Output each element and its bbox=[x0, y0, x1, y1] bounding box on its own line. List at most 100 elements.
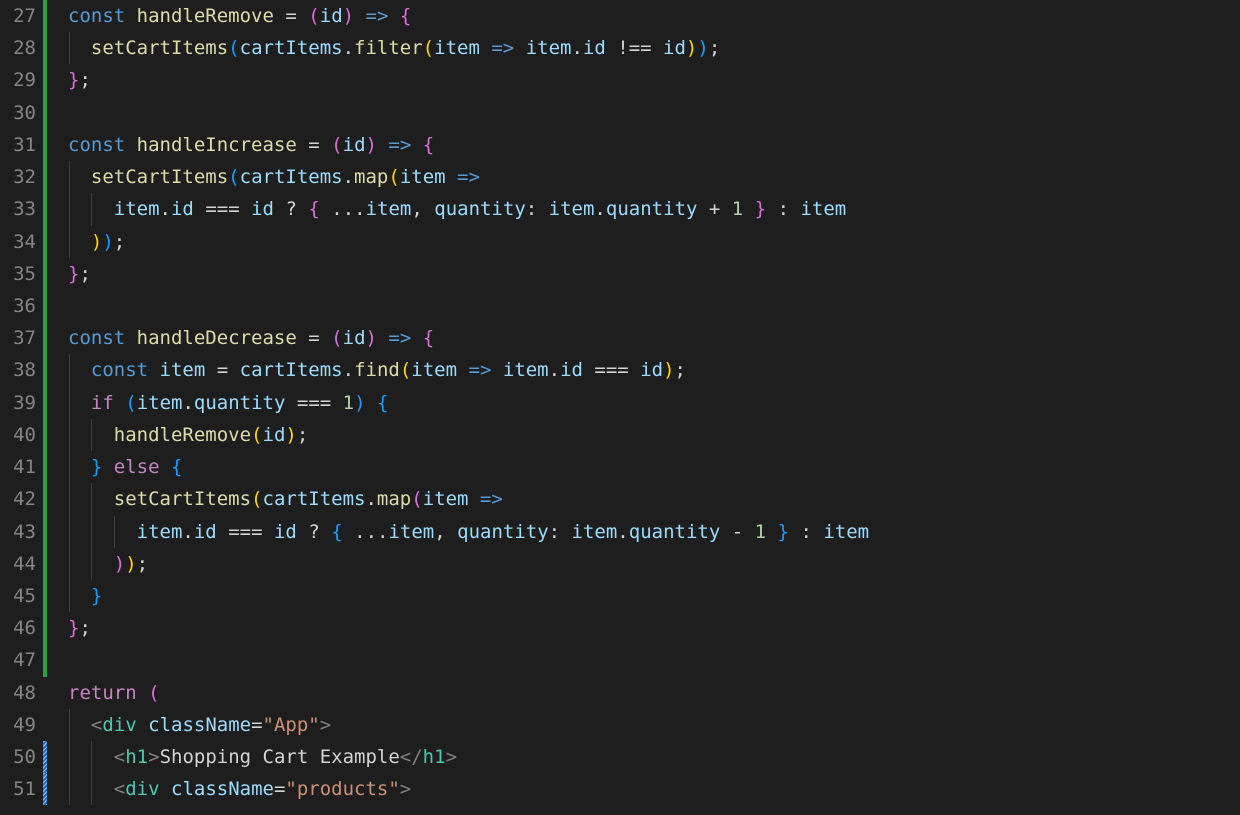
code-text[interactable]: } else { bbox=[68, 451, 183, 483]
git-change-indicator bbox=[43, 483, 47, 516]
line-number: 45 bbox=[13, 584, 36, 607]
code-token: const bbox=[68, 327, 126, 350]
code-line[interactable]: 47 bbox=[0, 644, 1240, 677]
code-line[interactable]: 31 const handleIncrease = (id) => { bbox=[0, 128, 1240, 162]
code-text[interactable]: setCartItems(cartItems.filter(item => it… bbox=[68, 32, 720, 64]
code-text[interactable]: item.id === id ? { ...item, quantity: it… bbox=[68, 516, 869, 548]
code-line[interactable]: 46}; bbox=[0, 612, 1240, 645]
code-line[interactable]: 32 setCartItems(cartItems.map(item => bbox=[0, 161, 1240, 194]
code-text[interactable]: const handleDecrease = (id) => { bbox=[68, 322, 434, 354]
code-line[interactable]: 44 )); bbox=[0, 547, 1240, 580]
code-token: ( bbox=[399, 359, 412, 382]
code-line[interactable]: 30 bbox=[0, 96, 1240, 129]
code-line[interactable]: 41 } else { bbox=[0, 451, 1240, 484]
code-token: item bbox=[434, 37, 480, 60]
code-token: ( bbox=[411, 488, 423, 511]
code-token: item bbox=[136, 520, 183, 543]
code-line[interactable]: 33 item.id === id ? { ...item, quantity:… bbox=[0, 193, 1240, 226]
code-text[interactable]: }; bbox=[68, 612, 91, 644]
code-token: div bbox=[102, 713, 137, 736]
code-text[interactable]: } bbox=[68, 580, 102, 612]
code-line[interactable]: 40 handleRemove(id); bbox=[0, 418, 1240, 452]
code-token: item bbox=[548, 198, 595, 221]
code-token: item bbox=[502, 359, 549, 382]
code-line[interactable]: 28 setCartItems(cartItems.filter(item =>… bbox=[0, 32, 1240, 65]
code-token: item bbox=[422, 488, 469, 511]
code-token: return bbox=[68, 681, 137, 704]
code-token: ) bbox=[113, 552, 126, 575]
code-line[interactable]: 39 if (item.quantity === 1) { bbox=[0, 386, 1240, 419]
code-token: . bbox=[342, 359, 355, 382]
code-token: ( bbox=[228, 166, 240, 189]
code-text[interactable]: }; bbox=[68, 64, 91, 96]
code-text[interactable]: const handleRemove = (id) => { bbox=[68, 0, 411, 32]
git-change-indicator bbox=[43, 322, 47, 355]
code-token: = bbox=[273, 778, 286, 801]
code-text[interactable]: )); bbox=[68, 548, 148, 580]
code-text[interactable]: setCartItems(cartItems.map(item => bbox=[68, 161, 480, 193]
code-token: > bbox=[445, 746, 458, 769]
code-token: quantity bbox=[605, 198, 698, 221]
code-line[interactable]: 50 <h1>Shopping Cart Example</h1> bbox=[0, 741, 1240, 774]
code-line[interactable]: 34 )); bbox=[0, 225, 1240, 258]
code-text[interactable]: setCartItems(cartItems.map(item => bbox=[68, 483, 503, 515]
code-token: => bbox=[468, 359, 492, 382]
code-line[interactable]: 37 const handleDecrease = (id) => { bbox=[0, 322, 1240, 355]
code-token: === bbox=[228, 520, 263, 543]
code-text[interactable]: )); bbox=[68, 226, 125, 258]
code-token: cartItems bbox=[239, 166, 343, 189]
code-token: } bbox=[68, 69, 80, 92]
code-line[interactable]: 36 bbox=[0, 289, 1240, 323]
code-token: = bbox=[308, 133, 320, 156]
code-line[interactable]: 51 <div className="products"> bbox=[0, 773, 1240, 806]
code-text[interactable]: if (item.quantity === 1) { bbox=[68, 387, 389, 419]
code-line[interactable]: 43 item.id === id ? { ...item, quantity:… bbox=[0, 515, 1240, 548]
code-token: , bbox=[411, 198, 435, 221]
code-token: 1 bbox=[754, 520, 767, 543]
code-line[interactable]: 29}; bbox=[0, 64, 1240, 97]
code-line[interactable]: 42 setCartItems(cartItems.map(item => bbox=[0, 483, 1240, 516]
code-token: ) bbox=[365, 327, 377, 350]
code-text[interactable]: handleRemove(id); bbox=[68, 419, 309, 451]
code-line[interactable]: 45 } bbox=[0, 579, 1240, 613]
code-token: ... bbox=[331, 198, 366, 221]
code-text[interactable]: const handleIncrease = (id) => { bbox=[68, 129, 434, 161]
code-text[interactable]: }; bbox=[68, 258, 91, 290]
code-token: . bbox=[365, 488, 377, 511]
code-token: + bbox=[708, 198, 721, 221]
code-token: . bbox=[182, 391, 194, 414]
code-text[interactable]: <div className="App"> bbox=[68, 709, 331, 741]
code-text[interactable]: return ( bbox=[68, 677, 160, 709]
code-token: h1 bbox=[422, 746, 446, 769]
code-token: className bbox=[171, 778, 274, 801]
code-line[interactable]: 35}; bbox=[0, 257, 1240, 290]
code-line[interactable]: 38 const item = cartItems.find(item => i… bbox=[0, 354, 1240, 387]
code-editor[interactable]: 27 const handleRemove = (id) => {28 setCa… bbox=[0, 0, 1240, 815]
code-text[interactable]: <div className="products"> bbox=[68, 773, 411, 805]
line-number: 29 bbox=[13, 69, 36, 92]
code-text[interactable]: const item = cartItems.find(item => item… bbox=[68, 354, 686, 386]
code-text[interactable]: <h1>Shopping Cart Example</h1> bbox=[68, 741, 457, 773]
code-text[interactable]: item.id === id ? { ...item, quantity: it… bbox=[68, 193, 846, 225]
line-number: 47 bbox=[13, 649, 36, 672]
code-line[interactable]: 49 <div className="App"> bbox=[0, 708, 1240, 742]
code-line[interactable]: 27 const handleRemove = (id) => { bbox=[0, 0, 1240, 33]
code-token: id bbox=[251, 198, 274, 221]
code-line[interactable]: 48 return ( bbox=[0, 677, 1240, 709]
code-token: . bbox=[617, 520, 629, 543]
